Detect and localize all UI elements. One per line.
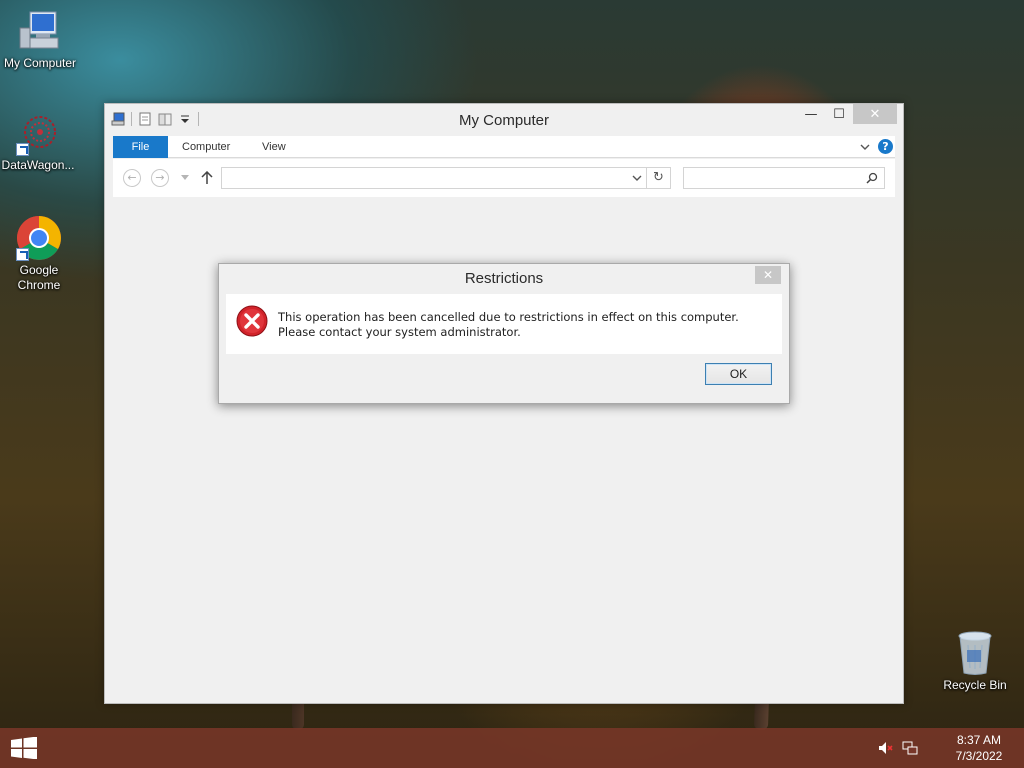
up-arrow-icon[interactable] bbox=[201, 171, 213, 185]
expand-ribbon-icon[interactable] bbox=[860, 142, 870, 152]
recent-locations-icon[interactable] bbox=[181, 175, 189, 181]
tab-file[interactable]: File bbox=[113, 136, 168, 158]
close-button[interactable]: ✕ bbox=[853, 104, 897, 124]
my-computer-icon bbox=[18, 10, 62, 54]
shortcut-arrow-icon bbox=[16, 143, 29, 156]
clock-date: 7/3/2022 bbox=[955, 749, 1003, 763]
desktop-icon-my-computer[interactable]: My Computer bbox=[0, 10, 80, 71]
chevron-down-icon[interactable] bbox=[632, 173, 642, 183]
window-controls: — ☐ ✕ bbox=[797, 104, 897, 124]
desktop-icon-label: Recycle Bin bbox=[943, 678, 1007, 692]
ok-button[interactable]: OK bbox=[705, 363, 772, 385]
datawagon-icon bbox=[16, 112, 60, 156]
dialog-title: Restrictions bbox=[464, 270, 544, 287]
desktop-icon-label: My Computer bbox=[3, 56, 77, 70]
volume-muted-icon[interactable] bbox=[878, 740, 894, 756]
tab-view[interactable]: View bbox=[262, 136, 286, 158]
dialog-message: This operation has been cancelled due to… bbox=[278, 310, 739, 339]
desktop-icon-label: DataWagon... bbox=[1, 158, 75, 172]
address-bar[interactable] bbox=[221, 167, 647, 189]
network-icon[interactable] bbox=[902, 740, 918, 756]
taskbar: 8:37 AM 7/3/2022 bbox=[0, 728, 1024, 768]
ribbon: File Computer View ? bbox=[113, 136, 895, 158]
navigation-bar: ← → ↻ bbox=[113, 159, 895, 197]
title-bar[interactable]: My Computer — ☐ ✕ bbox=[105, 104, 903, 135]
clock-time: 8:37 AM bbox=[956, 733, 1002, 747]
back-icon[interactable]: ← bbox=[123, 169, 141, 187]
window-title: My Computer bbox=[458, 112, 550, 129]
minimize-button[interactable]: — bbox=[797, 104, 825, 124]
refresh-icon[interactable]: ↻ bbox=[647, 167, 671, 189]
restrictions-dialog: Restrictions ✕ This operation has been c… bbox=[218, 263, 790, 404]
desktop-icon-recycle-bin[interactable]: Recycle Bin bbox=[935, 630, 1015, 693]
recycle-bin-icon bbox=[955, 630, 995, 676]
search-icon bbox=[866, 172, 878, 184]
shortcut-arrow-icon bbox=[16, 248, 29, 261]
clock[interactable]: 8:37 AM 7/3/2022 bbox=[934, 732, 1024, 764]
desktop-icon-label: Google Chrome bbox=[17, 263, 61, 292]
tab-computer[interactable]: Computer bbox=[182, 136, 230, 158]
chrome-icon bbox=[16, 215, 62, 261]
system-tray: 8:37 AM 7/3/2022 bbox=[878, 728, 1024, 768]
ribbon-options: ? bbox=[860, 139, 893, 154]
help-icon[interactable]: ? bbox=[878, 139, 893, 154]
start-button-windows-icon[interactable] bbox=[10, 737, 38, 759]
forward-icon[interactable]: → bbox=[151, 169, 169, 187]
dialog-body: This operation has been cancelled due to… bbox=[226, 294, 782, 354]
search-input[interactable] bbox=[683, 167, 885, 189]
desktop-icon-chrome[interactable]: Google Chrome bbox=[0, 215, 79, 293]
maximize-button[interactable]: ☐ bbox=[825, 104, 853, 124]
desktop-icon-datawagon[interactable]: DataWagon... bbox=[0, 112, 78, 173]
error-icon bbox=[236, 305, 268, 337]
dialog-close-button[interactable]: ✕ bbox=[755, 266, 781, 284]
